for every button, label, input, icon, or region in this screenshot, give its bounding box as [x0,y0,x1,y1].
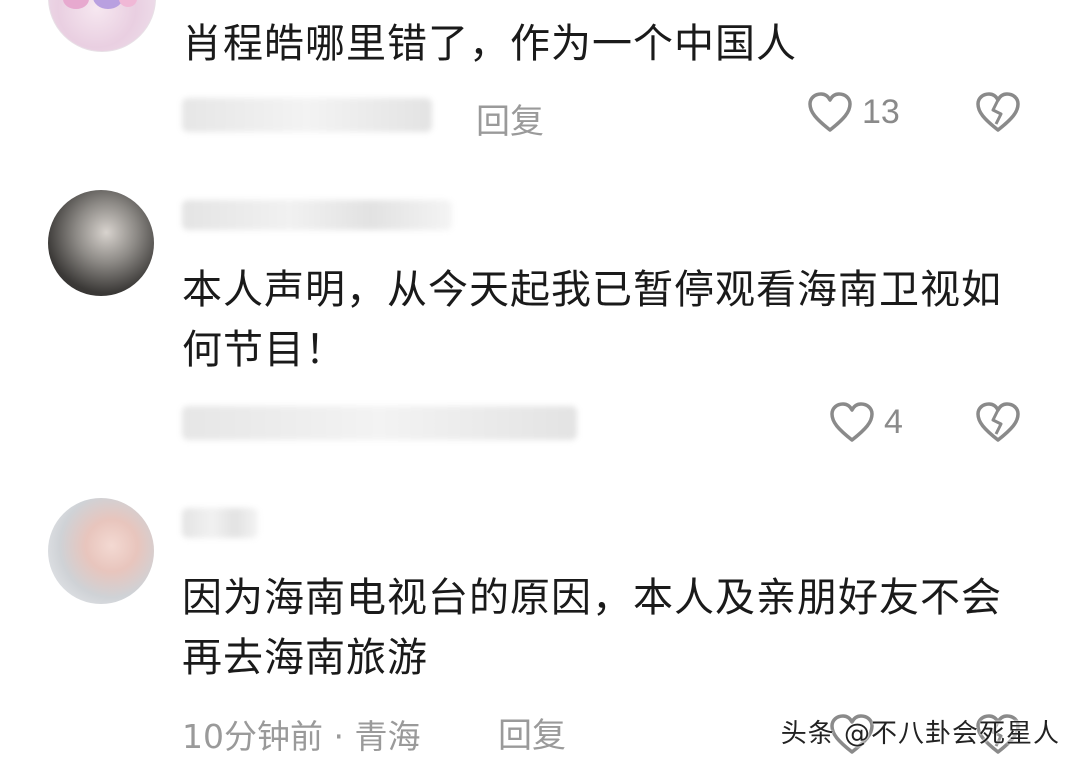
avatar-decoration [119,0,137,7]
like-button[interactable]: 13 [806,90,900,134]
like-count: 4 [884,402,903,441]
comment-text: 本人声明，从今天起我已暂停观看海南卫视如何节目！ [182,267,1002,373]
like-count: 13 [862,92,900,131]
username-blurred [182,508,258,538]
heart-outline-icon [808,92,852,132]
avatar-decoration [63,0,89,9]
comment-meta: 10分钟前 · 青海 [182,717,421,756]
username-blurred [182,200,452,230]
avatar[interactable] [48,190,154,296]
comment-meta-blurred [182,406,577,440]
avatar[interactable] [48,498,154,604]
comment-meta-blurred [182,98,432,132]
comment-text: 肖程皓哪里错了，作为一个中国人 [182,21,797,67]
reply-button[interactable]: 回复 [498,708,566,757]
watermark: 头条 @不八卦会死星人 [780,719,1060,749]
reply-button[interactable]: 回复 [476,94,544,143]
dislike-button[interactable] [974,400,1022,448]
like-button[interactable]: 4 [828,400,903,444]
dislike-button[interactable] [974,90,1022,138]
comment-text: 因为海南电视台的原因，本人及亲朋好友不会再去海南旅游 [182,575,1002,681]
broken-heart-icon [976,402,1020,442]
avatar[interactable] [48,0,156,52]
comment-list: 肖程皓哪里错了，作为一个中国人 回复 13 本人声明，从今天起我已暂停观看海南卫… [0,0,1080,768]
heart-outline-icon [830,402,874,442]
broken-heart-icon [976,92,1020,132]
